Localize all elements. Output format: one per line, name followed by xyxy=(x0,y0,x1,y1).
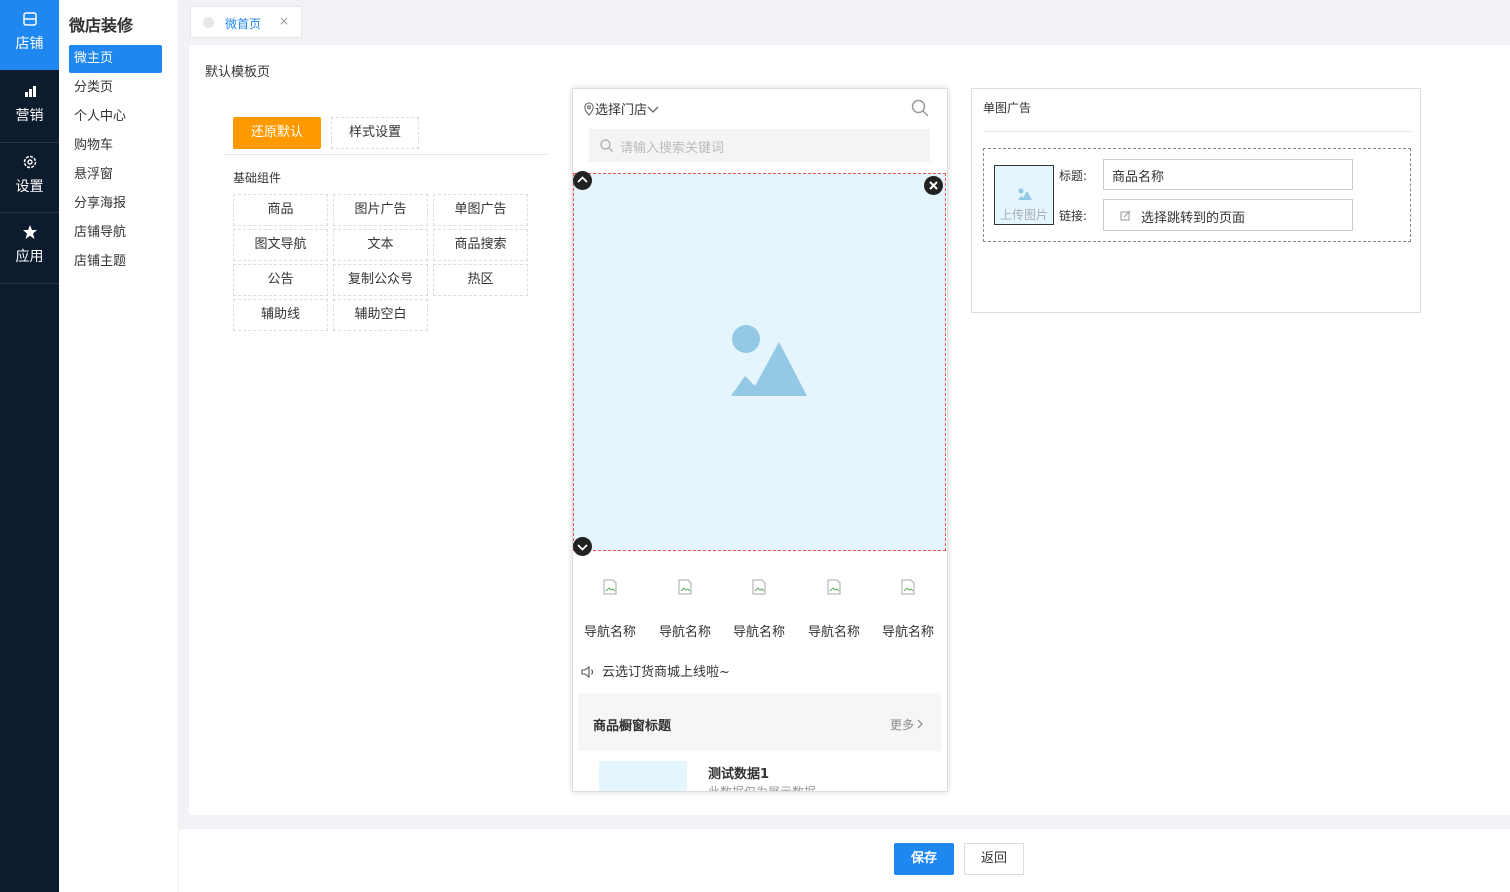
main-rail: 店铺 营销 设置 应用 xyxy=(0,0,59,892)
subnav-item-poster[interactable]: 分享海报 xyxy=(69,190,162,218)
component-hotspot[interactable]: 热区 xyxy=(433,264,528,296)
component-product[interactable]: 商品 xyxy=(233,194,328,226)
close-icon[interactable]: × xyxy=(279,14,289,28)
subnav-item-store-nav[interactable]: 店铺导航 xyxy=(69,219,162,247)
divider xyxy=(983,131,1411,132)
showcase-more-label: 更多 xyxy=(890,718,915,732)
store-select-label: 选择门店 xyxy=(595,103,648,118)
component-single-image-ad[interactable]: 单图广告 xyxy=(433,194,528,226)
nav-item[interactable]: 导航名称 xyxy=(797,579,871,640)
phone-preview: 选择门店 请输入搜索关键词 导航名称 导航名称 导航名称 导航名称 导航名称 云… xyxy=(572,88,948,792)
search-placeholder: 请输入搜索关键词 xyxy=(620,141,725,156)
nav-item-label: 导航名称 xyxy=(658,625,711,640)
rail-item-label: 营销 xyxy=(15,108,44,124)
edit-icon xyxy=(1120,210,1131,221)
rail-item-store[interactable]: 店铺 xyxy=(0,0,59,70)
rail-item-settings[interactable]: 设置 xyxy=(0,143,59,213)
tab-home[interactable]: 微首页 × xyxy=(190,6,302,38)
link-label: 链接: xyxy=(1059,209,1088,223)
subnav-item-cart[interactable]: 购物车 xyxy=(69,132,162,160)
nav-item-label: 导航名称 xyxy=(881,625,934,640)
notice-text: 云选订货商城上线啦~ xyxy=(602,665,730,680)
subnav-title: 微店装修 xyxy=(69,16,134,35)
speaker-icon xyxy=(581,665,594,679)
link-select-input[interactable]: 选择跳转到的页面 xyxy=(1103,199,1353,231)
component-group-title: 基础组件 xyxy=(233,171,282,185)
divider xyxy=(223,154,547,155)
product-description: 此数据仅为展示数据 xyxy=(708,785,817,792)
search-icon[interactable] xyxy=(911,99,929,117)
upload-image-button[interactable]: 上传图片 xyxy=(994,165,1054,225)
component-copy-official-account[interactable]: 复制公众号 xyxy=(333,264,428,296)
component-image-ad[interactable]: 图片广告 xyxy=(333,194,428,226)
search-icon xyxy=(600,139,613,152)
rail-item-label: 应用 xyxy=(15,249,44,265)
back-button[interactable]: 返回 xyxy=(964,843,1024,875)
image-placeholder-icon xyxy=(1018,188,1032,200)
tab-label: 微首页 xyxy=(225,17,262,31)
subnav-item-profile[interactable]: 个人中心 xyxy=(69,103,162,131)
ad-item-editor: 上传图片 标题: 商品名称 链接: 选择跳转到的页面 xyxy=(983,148,1411,242)
product-name[interactable]: 测试数据1 xyxy=(708,763,769,782)
save-button[interactable]: 保存 xyxy=(894,843,954,875)
notice-bar[interactable]: 云选订货商城上线啦~ xyxy=(581,661,730,680)
broken-image-icon xyxy=(603,579,617,595)
link-placeholder: 选择跳转到的页面 xyxy=(1141,211,1246,226)
move-down-icon[interactable] xyxy=(573,537,592,556)
search-input[interactable]: 请输入搜索关键词 xyxy=(589,129,930,162)
subnav-item-theme[interactable]: 店铺主题 xyxy=(69,248,162,276)
rail-item-apps[interactable]: 应用 xyxy=(0,213,59,283)
broken-image-icon xyxy=(678,579,692,595)
broken-image-icon xyxy=(827,579,841,595)
nav-item-label: 导航名称 xyxy=(583,625,636,640)
sub-nav: 微店装修 微主页 分类页 个人中心 购物车 悬浮窗 分享海报 店铺导航 店铺主题 xyxy=(59,0,179,892)
style-settings-button[interactable]: 样式设置 xyxy=(331,117,419,149)
subnav-item-category[interactable]: 分类页 xyxy=(69,74,162,102)
nav-item[interactable]: 导航名称 xyxy=(871,579,945,640)
chevron-down-icon xyxy=(647,106,659,113)
nav-item-label: 导航名称 xyxy=(732,625,785,640)
title-label: 标题: xyxy=(1059,169,1088,183)
broken-image-icon xyxy=(901,579,915,595)
broken-image-icon xyxy=(752,579,766,595)
store-select[interactable]: 选择门店 xyxy=(583,99,659,118)
upload-label: 上传图片 xyxy=(999,208,1048,222)
showcase-more-link[interactable]: 更多 xyxy=(890,716,924,733)
star-icon xyxy=(22,225,37,239)
rail-item-label: 设置 xyxy=(15,179,44,195)
nav-item[interactable]: 导航名称 xyxy=(573,579,647,640)
properties-panel: 单图广告 上传图片 标题: 商品名称 链接: 选择跳转到的页面 xyxy=(971,88,1421,313)
chevron-right-icon xyxy=(917,719,923,729)
component-product-search[interactable]: 商品搜索 xyxy=(433,229,528,261)
nav-item[interactable]: 导航名称 xyxy=(648,579,722,640)
rail-item-label: 店铺 xyxy=(15,36,44,52)
component-guide-line[interactable]: 辅助线 xyxy=(233,299,328,331)
rail-divider xyxy=(0,283,59,284)
showcase-title: 商品橱窗标题 xyxy=(593,719,672,734)
delete-icon[interactable] xyxy=(924,176,943,195)
bar-chart-icon xyxy=(24,86,36,97)
location-pin-icon xyxy=(584,102,594,116)
gear-icon xyxy=(23,155,36,169)
panel-title: 单图广告 xyxy=(983,101,1032,115)
tab-dot-icon xyxy=(203,17,214,28)
component-text[interactable]: 文本 xyxy=(333,229,428,261)
component-image-text-nav[interactable]: 图文导航 xyxy=(233,229,328,261)
product-thumbnail[interactable] xyxy=(599,761,687,791)
page-title: 默认模板页 xyxy=(205,65,271,80)
rail-item-marketing[interactable]: 营销 xyxy=(0,72,59,142)
restore-default-button[interactable]: 还原默认 xyxy=(233,117,321,149)
move-up-icon[interactable] xyxy=(573,171,592,190)
nav-item[interactable]: 导航名称 xyxy=(722,579,796,640)
image-placeholder-icon xyxy=(731,325,807,396)
showcase-header: 商品橱窗标题 更多 xyxy=(578,693,941,751)
subnav-item-float[interactable]: 悬浮窗 xyxy=(69,161,162,189)
title-input[interactable]: 商品名称 xyxy=(1103,159,1353,190)
component-blank-space[interactable]: 辅助空白 xyxy=(333,299,428,331)
component-notice[interactable]: 公告 xyxy=(233,264,328,296)
subnav-item-home[interactable]: 微主页 xyxy=(69,45,162,73)
single-image-ad-block[interactable] xyxy=(573,173,946,551)
nav-item-label: 导航名称 xyxy=(807,625,860,640)
store-icon xyxy=(22,12,37,26)
